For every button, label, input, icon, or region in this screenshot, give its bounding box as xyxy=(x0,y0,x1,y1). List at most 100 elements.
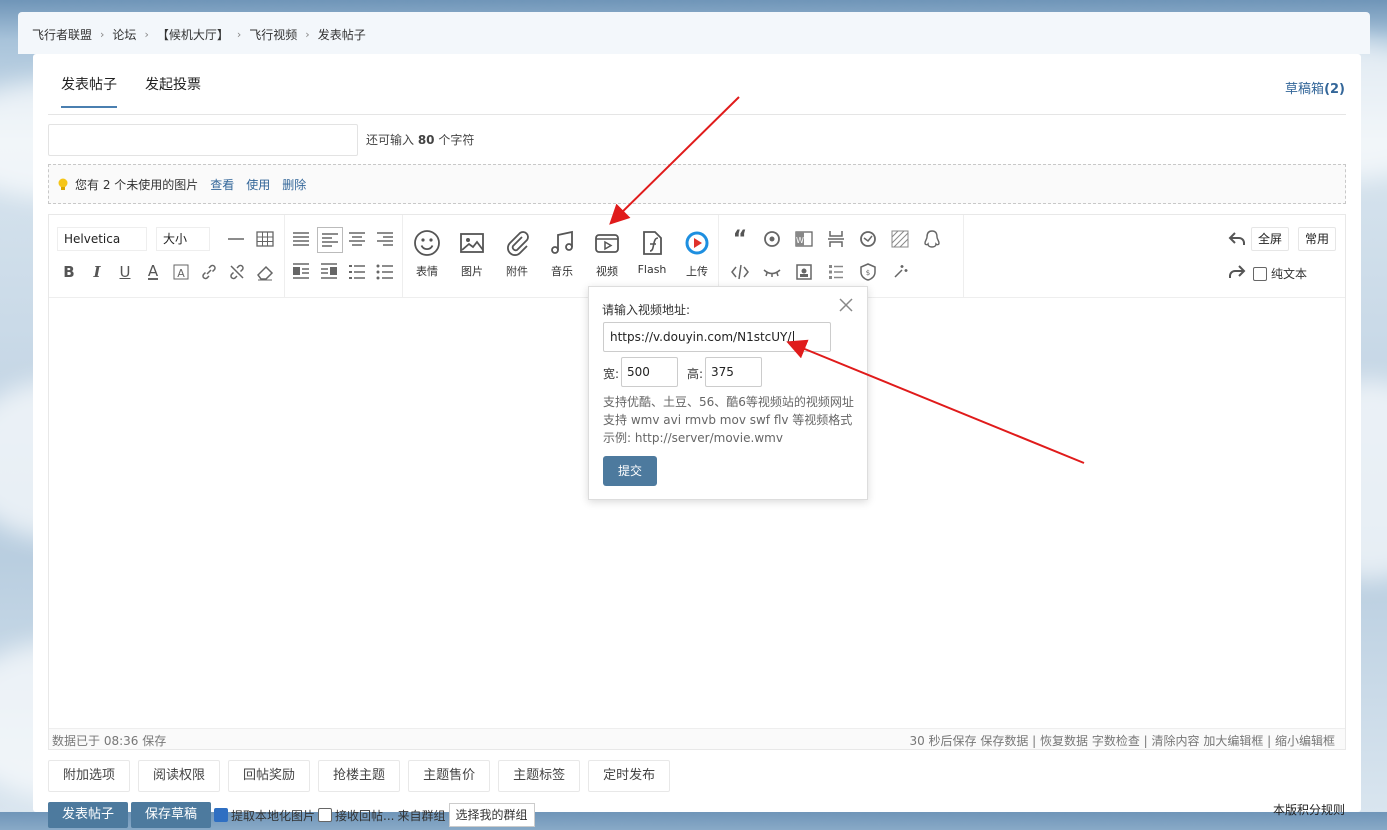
plain-text-toggle[interactable]: 纯文本 xyxy=(1253,265,1307,282)
word-paste-icon[interactable]: W xyxy=(792,227,816,251)
breadcrumb-item-video[interactable]: 飞行视频 xyxy=(249,26,297,43)
link-icon[interactable] xyxy=(197,260,221,284)
save-draft-button[interactable]: 保存草稿 xyxy=(131,802,212,828)
svg-text:$: $ xyxy=(866,269,870,277)
video-height-input[interactable]: 375 xyxy=(705,357,762,387)
receive-reply-checkbox[interactable] xyxy=(318,808,333,822)
background-color-icon[interactable]: A xyxy=(169,260,193,284)
justify-icon[interactable] xyxy=(289,227,313,251)
breadcrumb-item-forum[interactable]: 论坛 xyxy=(112,26,136,43)
video-help-line-1: 支持优酷、土豆、56、酷6等视频站的视频网址 xyxy=(603,395,854,409)
video-button[interactable]: 视频 xyxy=(587,221,627,281)
tab-poll[interactable]: 发起投票 xyxy=(145,74,201,108)
post-options: 附加选项 阅读权限 回帖奖励 抢楼主题 主题售价 主题标签 定时发布 xyxy=(48,760,671,792)
ordered-list-icon[interactable] xyxy=(345,260,369,284)
magic-sparkle-icon[interactable] xyxy=(888,260,912,284)
bold-icon[interactable]: B xyxy=(57,260,81,284)
hide-eye-icon[interactable] xyxy=(760,260,784,284)
underline-icon[interactable]: U xyxy=(113,260,137,284)
breadcrumb-bar: 飞行者联盟 › 论坛 › 【候机大厅】 › 飞行视频 › 发表帖子 xyxy=(18,12,1370,54)
float-right-icon[interactable] xyxy=(317,260,341,284)
free-icon[interactable] xyxy=(856,227,880,251)
upload-label: 上传 xyxy=(686,265,708,278)
tab-post[interactable]: 发表帖子 xyxy=(61,74,117,108)
localize-images-checkbox[interactable] xyxy=(214,808,229,822)
drafts-link[interactable]: 草稿箱(2) xyxy=(1285,78,1345,97)
notice-use-link[interactable]: 使用 xyxy=(246,176,270,193)
editor-actions[interactable]: 30 秒后保存 保存数据 | 恢复数据 字数检查 | 清除内容 加大编辑框 | … xyxy=(909,732,1335,749)
submit-bar: 发表帖子 保存草稿 提取本地化图片 接收回帖... 来自群组 选择我的群组 xyxy=(48,800,535,830)
breadcrumb-item-current: 发表帖子 xyxy=(317,28,366,42)
unlink-icon[interactable] xyxy=(225,260,249,284)
flash-button[interactable]: Flash xyxy=(632,221,672,281)
upload-play-icon xyxy=(685,231,709,255)
image-button[interactable]: 图片 xyxy=(452,221,492,281)
plain-text-checkbox[interactable] xyxy=(1253,266,1267,281)
option-tags[interactable]: 主题标签 xyxy=(498,760,581,792)
password-icon[interactable] xyxy=(792,260,816,284)
music-label: 音乐 xyxy=(551,265,573,278)
notice-view-link[interactable]: 查看 xyxy=(210,176,234,193)
italic-icon[interactable]: I xyxy=(85,260,109,284)
align-left-icon[interactable] xyxy=(317,227,343,253)
unordered-list-icon[interactable] xyxy=(373,260,397,284)
shield-icon[interactable]: $ xyxy=(856,260,880,284)
video-play-icon xyxy=(595,234,619,253)
emoji-button[interactable]: 表情 xyxy=(407,221,447,281)
option-floor-grab[interactable]: 抢楼主题 xyxy=(318,760,401,792)
breadcrumb-item-hall[interactable]: 【候机大厅】 xyxy=(157,26,229,43)
video-dialog-title: 请输入视频地址: xyxy=(602,303,691,317)
table-icon[interactable] xyxy=(253,227,277,251)
video-url-input[interactable]: https://v.douyin.com/N1stcUY/ xyxy=(603,322,831,352)
common-mode-button[interactable]: 常用 xyxy=(1298,227,1337,251)
quote-icon[interactable]: “ xyxy=(728,227,752,252)
qq-icon[interactable] xyxy=(920,227,944,251)
notice-text: 您有 2 个未使用的图片 xyxy=(75,178,199,192)
video-submit-button[interactable]: 提交 xyxy=(603,456,657,486)
submit-post-button[interactable]: 发表帖子 xyxy=(48,802,129,828)
video-help-text: 支持优酷、土豆、56、酷6等视频站的视频网址 支持 wmv avi rmvb m… xyxy=(603,393,854,447)
undo-icon[interactable] xyxy=(1225,227,1249,251)
code-icon[interactable] xyxy=(728,260,752,284)
fullscreen-button[interactable]: 全屏 xyxy=(1251,227,1290,251)
breadcrumb-separator: › xyxy=(305,28,310,41)
collapse-icon[interactable] xyxy=(760,227,784,251)
paperclip-icon xyxy=(507,231,529,256)
close-icon[interactable] xyxy=(837,296,855,314)
breadcrumb-item-home[interactable]: 飞行者联盟 xyxy=(32,26,92,43)
font-size-select[interactable]: 大小 xyxy=(156,227,210,251)
option-reply-reward[interactable]: 回帖奖励 xyxy=(228,760,311,792)
circle-select[interactable]: 选择我的群组 xyxy=(448,803,535,827)
page-break-icon[interactable] xyxy=(824,227,848,251)
flash-label: Flash xyxy=(637,263,667,276)
breadcrumb-separator: › xyxy=(100,28,105,41)
height-label: 高: xyxy=(687,367,704,381)
align-center-icon[interactable] xyxy=(345,227,369,251)
text-caret xyxy=(793,330,795,345)
option-extra[interactable]: 附加选项 xyxy=(48,760,131,792)
option-price[interactable]: 主题售价 xyxy=(408,760,491,792)
attachment-button[interactable]: 附件 xyxy=(497,221,537,281)
upload-button[interactable]: 上传 xyxy=(677,221,717,281)
video-help-line-2: 支持 wmv avi rmvb mov swf flv 等视频格式 xyxy=(603,413,853,427)
align-right-icon[interactable] xyxy=(373,227,397,251)
video-width-input[interactable]: 500 xyxy=(621,357,678,387)
attachment-label: 附件 xyxy=(506,265,528,278)
option-schedule[interactable]: 定时发布 xyxy=(588,760,671,792)
char-count-hint: 还可输入 80 个字符 xyxy=(366,133,475,147)
notice-delete-link[interactable]: 删除 xyxy=(282,176,306,193)
credit-rules-link[interactable]: 本版积分规则 xyxy=(1273,801,1345,818)
video-help-line-3: 示例: http://server/movie.wmv xyxy=(603,431,783,445)
font-family-select[interactable]: Helvetica xyxy=(57,227,147,251)
horizontal-rule-icon[interactable] xyxy=(224,227,248,251)
redo-icon[interactable] xyxy=(1225,260,1249,284)
tab-divider xyxy=(48,114,1346,115)
index-list-icon[interactable] xyxy=(824,260,848,284)
float-left-icon[interactable] xyxy=(289,260,313,284)
option-read-permission[interactable]: 阅读权限 xyxy=(138,760,221,792)
eraser-icon[interactable] xyxy=(253,260,277,284)
text-color-icon[interactable]: A xyxy=(141,260,165,284)
hide-content-icon[interactable] xyxy=(888,227,912,251)
music-button[interactable]: 音乐 xyxy=(542,221,582,281)
subject-input[interactable] xyxy=(48,124,358,156)
